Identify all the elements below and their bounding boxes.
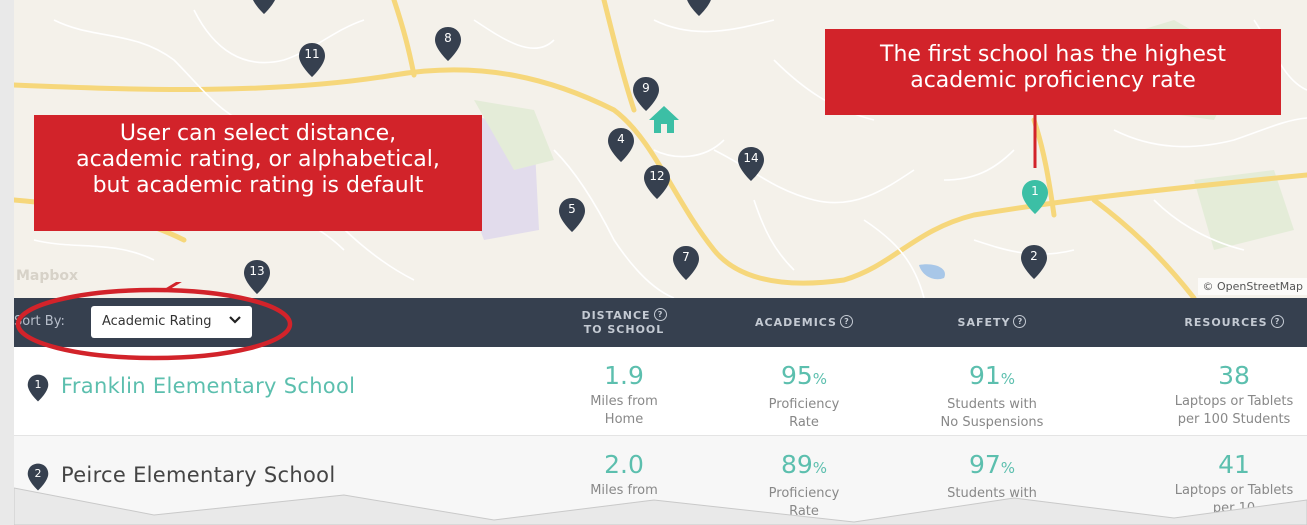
distance-cell: 1.9 Miles from Home [554, 361, 694, 429]
safety-caption: Students with [947, 397, 1037, 412]
column-safety-label: SAFETY [957, 316, 1011, 329]
column-academics-label: ACADEMICS [755, 316, 837, 329]
academics-caption: Rate [789, 415, 819, 430]
resources-cell: 38 Laptops or Tablets per 100 Students [1154, 361, 1307, 429]
resources-caption: per 100 Students [1177, 412, 1291, 427]
distance-caption: Home [604, 412, 644, 427]
school-name-link[interactable]: Franklin Elementary School [61, 374, 355, 398]
academics-value: 95 [780, 361, 813, 390]
help-icon[interactable]: ? [1013, 315, 1027, 328]
column-resources-label: RESOURCES [1184, 316, 1268, 329]
distance-caption: Miles from [590, 394, 658, 409]
safety-caption: No Suspensions [940, 415, 1044, 430]
help-icon[interactable]: ? [653, 308, 667, 321]
rank-number: 1 [34, 378, 42, 391]
column-distance-label-2: TO SCHOOL [583, 323, 665, 336]
school-finder-frame: 11 8 9 4 14 12 5 7 13 1 2 Mapbox © OpenStreetMap T… [14, 0, 1307, 525]
academics-cell: 95% Proficiency Rate [734, 361, 874, 432]
academics-unit: % [812, 370, 828, 388]
academics-caption: Proficiency [768, 397, 840, 412]
annotation-line: User can select distance, [119, 121, 397, 146]
help-icon[interactable]: ? [839, 315, 853, 328]
annotation-left: User can select distance, academic ratin… [34, 115, 482, 231]
resources-value: 38 [1218, 361, 1250, 390]
annotation-line: but academic rating is default [92, 173, 424, 198]
resources-caption: Laptops or Tablets [1174, 394, 1294, 409]
safety-unit: % [1000, 370, 1016, 388]
column-distance-label: DISTANCE [581, 309, 651, 322]
safety-cell: 91% Students with No Suspensions [922, 361, 1062, 432]
distance-value: 1.9 [604, 361, 644, 390]
map[interactable]: 11 8 9 4 14 12 5 7 13 1 2 Mapbox © OpenStreetMap T… [14, 0, 1307, 298]
help-icon[interactable]: ? [1270, 315, 1284, 328]
torn-edge [14, 487, 1307, 525]
annotation-line: academic rating, or alphabetical, [76, 147, 440, 172]
safety-value: 91 [968, 361, 1001, 390]
rank-marker-icon: 1 [26, 373, 50, 408]
sort-highlight-ellipse [15, 282, 293, 361]
